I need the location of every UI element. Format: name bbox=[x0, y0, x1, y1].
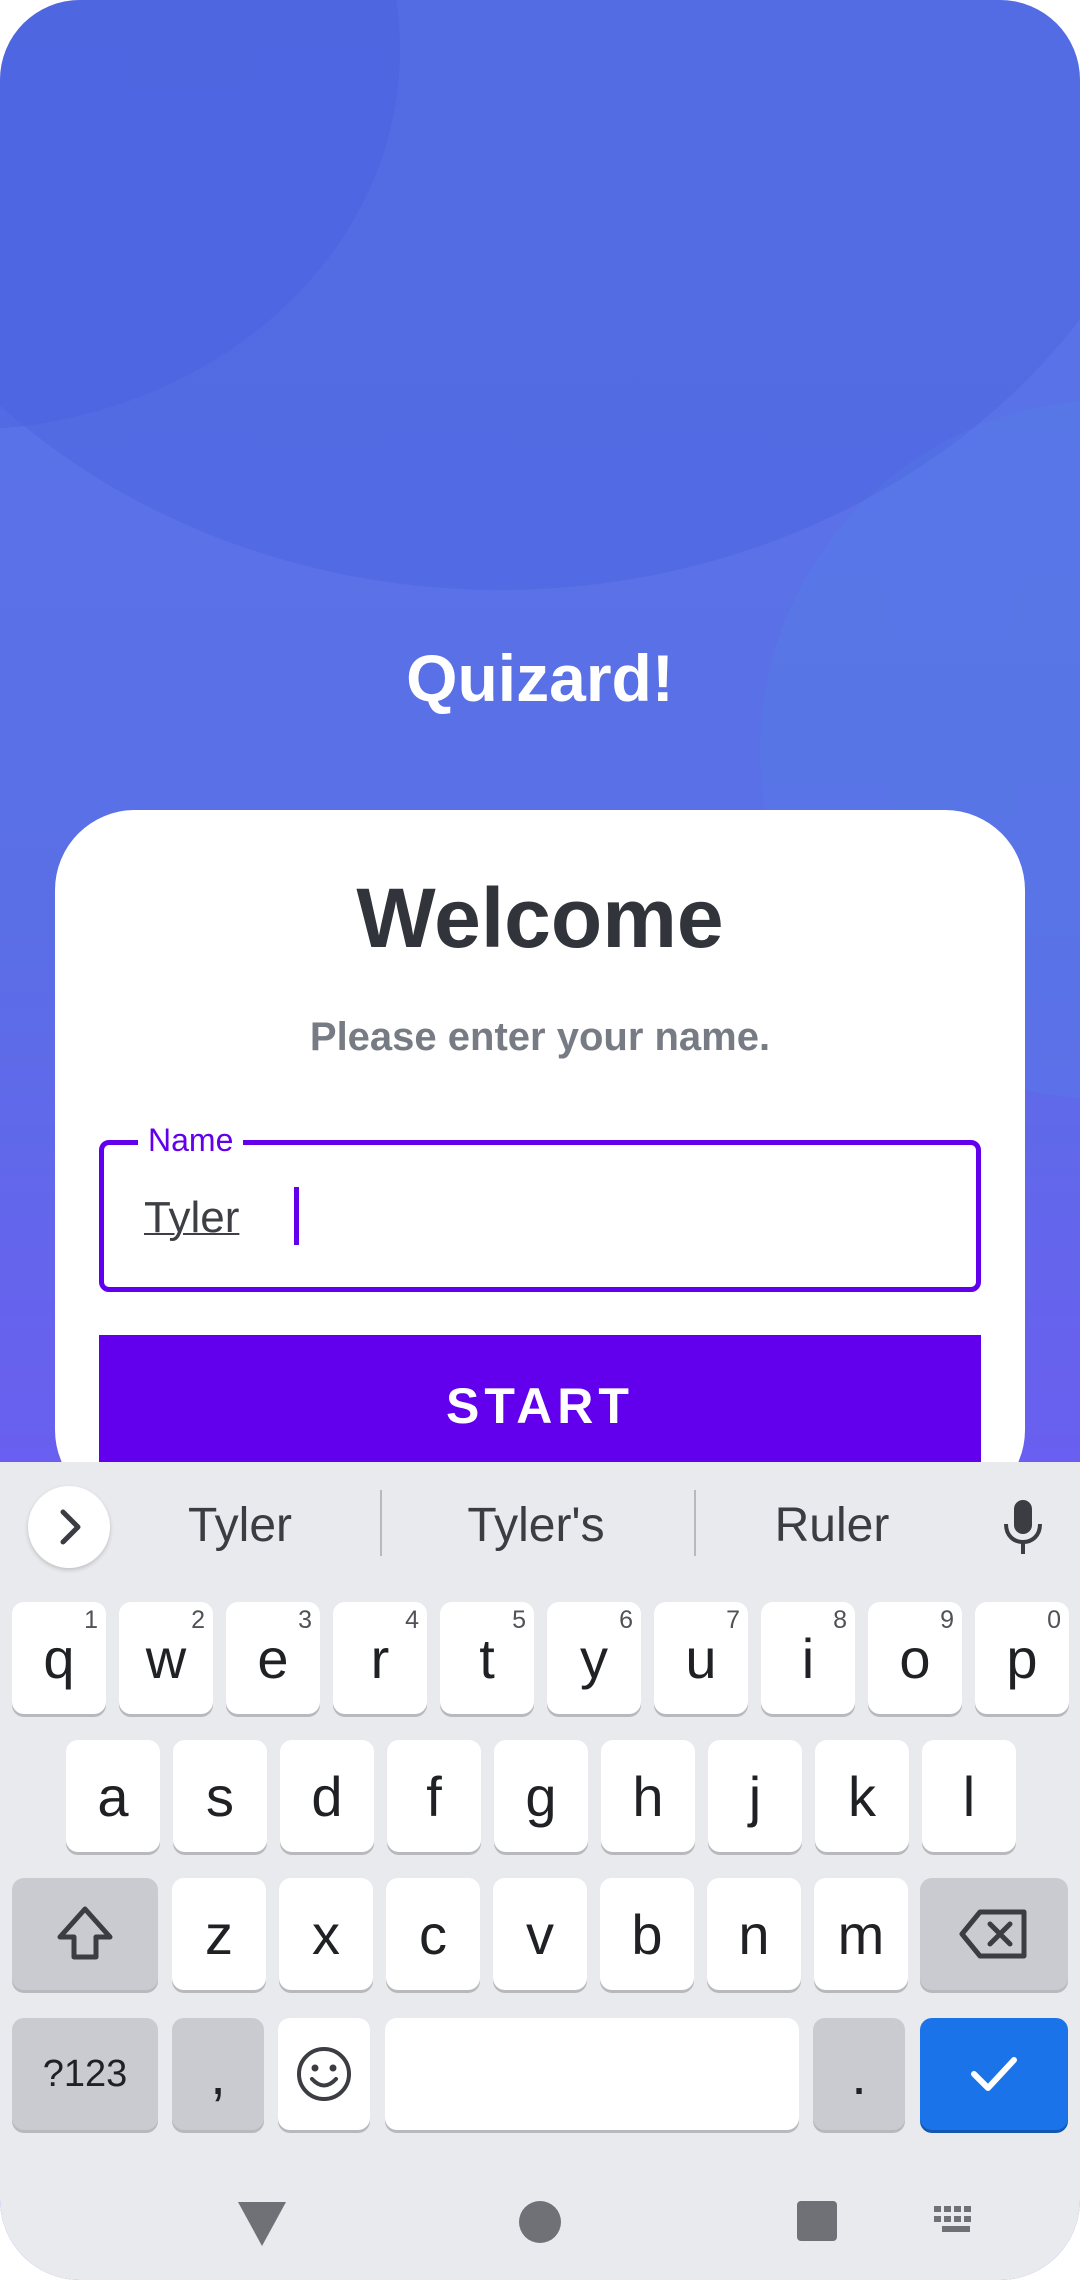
key-e[interactable]: e3 bbox=[226, 1602, 320, 1714]
key-label: w bbox=[145, 1626, 187, 1690]
suggestion-2[interactable]: Tyler's bbox=[416, 1498, 656, 1553]
key-y[interactable]: y6 bbox=[547, 1602, 641, 1714]
suggestion-strip: Tyler Tyler's Ruler bbox=[0, 1462, 1080, 1582]
key-number-hint: 6 bbox=[619, 1606, 633, 1634]
key-number-hint: 1 bbox=[84, 1606, 98, 1634]
key-b[interactable]: b bbox=[600, 1878, 694, 1990]
comma-key[interactable]: , bbox=[172, 2018, 264, 2130]
key-d[interactable]: d bbox=[280, 1740, 374, 1852]
key-x[interactable]: x bbox=[279, 1878, 373, 1990]
suggestion-divider bbox=[380, 1490, 382, 1556]
key-number-hint: 2 bbox=[191, 1606, 205, 1634]
app-screen: Quizard! Welcome Please enter your name.… bbox=[0, 0, 1080, 2280]
name-prompt: Please enter your name. bbox=[309, 1015, 771, 1059]
space-key[interactable] bbox=[385, 2018, 799, 2130]
suggestion-1[interactable]: Tyler bbox=[120, 1498, 360, 1553]
text-cursor bbox=[294, 1187, 299, 1245]
home-circle-icon[interactable] bbox=[514, 2196, 566, 2248]
key-s[interactable]: s bbox=[173, 1740, 267, 1852]
navigation-bar bbox=[0, 2170, 1080, 2280]
key-number-hint: 5 bbox=[512, 1606, 526, 1634]
key-p[interactable]: p0 bbox=[975, 1602, 1069, 1714]
period-key[interactable]: . bbox=[813, 2018, 905, 2130]
enter-key[interactable] bbox=[920, 2018, 1068, 2130]
key-t[interactable]: t5 bbox=[440, 1602, 534, 1714]
microphone-icon[interactable] bbox=[990, 1494, 1056, 1560]
key-label: p bbox=[1006, 1626, 1038, 1690]
key-number-hint: 4 bbox=[405, 1606, 419, 1634]
emoji-icon bbox=[297, 2047, 351, 2101]
key-number-hint: 9 bbox=[940, 1606, 954, 1634]
shift-key[interactable] bbox=[12, 1878, 158, 1990]
key-f[interactable]: f bbox=[387, 1740, 481, 1852]
key-u[interactable]: u7 bbox=[654, 1602, 748, 1714]
key-a[interactable]: a bbox=[66, 1740, 160, 1852]
app-title: Quizard! bbox=[406, 641, 674, 715]
recents-square-icon[interactable] bbox=[792, 2196, 842, 2246]
key-k[interactable]: k bbox=[815, 1740, 909, 1852]
key-r[interactable]: r4 bbox=[333, 1602, 427, 1714]
backspace-icon bbox=[959, 1909, 1027, 1959]
key-v[interactable]: v bbox=[493, 1878, 587, 1990]
key-label: q bbox=[43, 1626, 75, 1690]
shift-icon bbox=[57, 1906, 113, 1960]
key-i[interactable]: i8 bbox=[761, 1602, 855, 1714]
key-label: y bbox=[580, 1626, 608, 1690]
emoji-key[interactable] bbox=[278, 2018, 370, 2130]
name-field[interactable]: Name Tyler bbox=[99, 1115, 981, 1292]
key-h[interactable]: h bbox=[601, 1740, 695, 1852]
suggestion-divider bbox=[694, 1490, 696, 1556]
key-m[interactable]: m bbox=[814, 1878, 908, 1990]
key-number-hint: 8 bbox=[833, 1606, 847, 1634]
key-label: o bbox=[899, 1626, 931, 1690]
key-j[interactable]: j bbox=[708, 1740, 802, 1852]
key-label: t bbox=[479, 1626, 495, 1690]
name-field-label: Name bbox=[138, 1115, 244, 1165]
key-label: e bbox=[257, 1626, 289, 1690]
key-z[interactable]: z bbox=[172, 1878, 266, 1990]
symbols-key[interactable]: ?123 bbox=[12, 2018, 158, 2130]
key-w[interactable]: w2 bbox=[119, 1602, 213, 1714]
checkmark-icon bbox=[971, 2057, 1017, 2091]
soft-keyboard: Tyler Tyler's Ruler q1w2e3r4t5y6u7i8o9p0… bbox=[0, 1462, 1080, 2280]
backspace-key[interactable] bbox=[920, 1878, 1068, 1990]
keyboard-switch-icon[interactable] bbox=[932, 2202, 980, 2242]
key-number-hint: 7 bbox=[726, 1606, 740, 1634]
key-number-hint: 3 bbox=[298, 1606, 312, 1634]
key-label: r bbox=[370, 1626, 390, 1690]
key-number-hint: 0 bbox=[1047, 1606, 1061, 1634]
key-l[interactable]: l bbox=[922, 1740, 1016, 1852]
chevron-right-icon[interactable] bbox=[28, 1486, 110, 1568]
key-g[interactable]: g bbox=[494, 1740, 588, 1852]
key-n[interactable]: n bbox=[707, 1878, 801, 1990]
key-o[interactable]: o9 bbox=[868, 1602, 962, 1714]
key-label: u bbox=[685, 1626, 717, 1690]
back-triangle-icon[interactable] bbox=[232, 2196, 292, 2252]
key-c[interactable]: c bbox=[386, 1878, 480, 1990]
welcome-card: Welcome Please enter your name. Name Tyl… bbox=[55, 810, 1025, 1510]
suggestion-3[interactable]: Ruler bbox=[712, 1498, 952, 1553]
welcome-heading: Welcome bbox=[356, 871, 724, 965]
key-label: i bbox=[801, 1626, 815, 1690]
key-q[interactable]: q1 bbox=[12, 1602, 106, 1714]
name-input[interactable]: Tyler bbox=[144, 1193, 239, 1243]
